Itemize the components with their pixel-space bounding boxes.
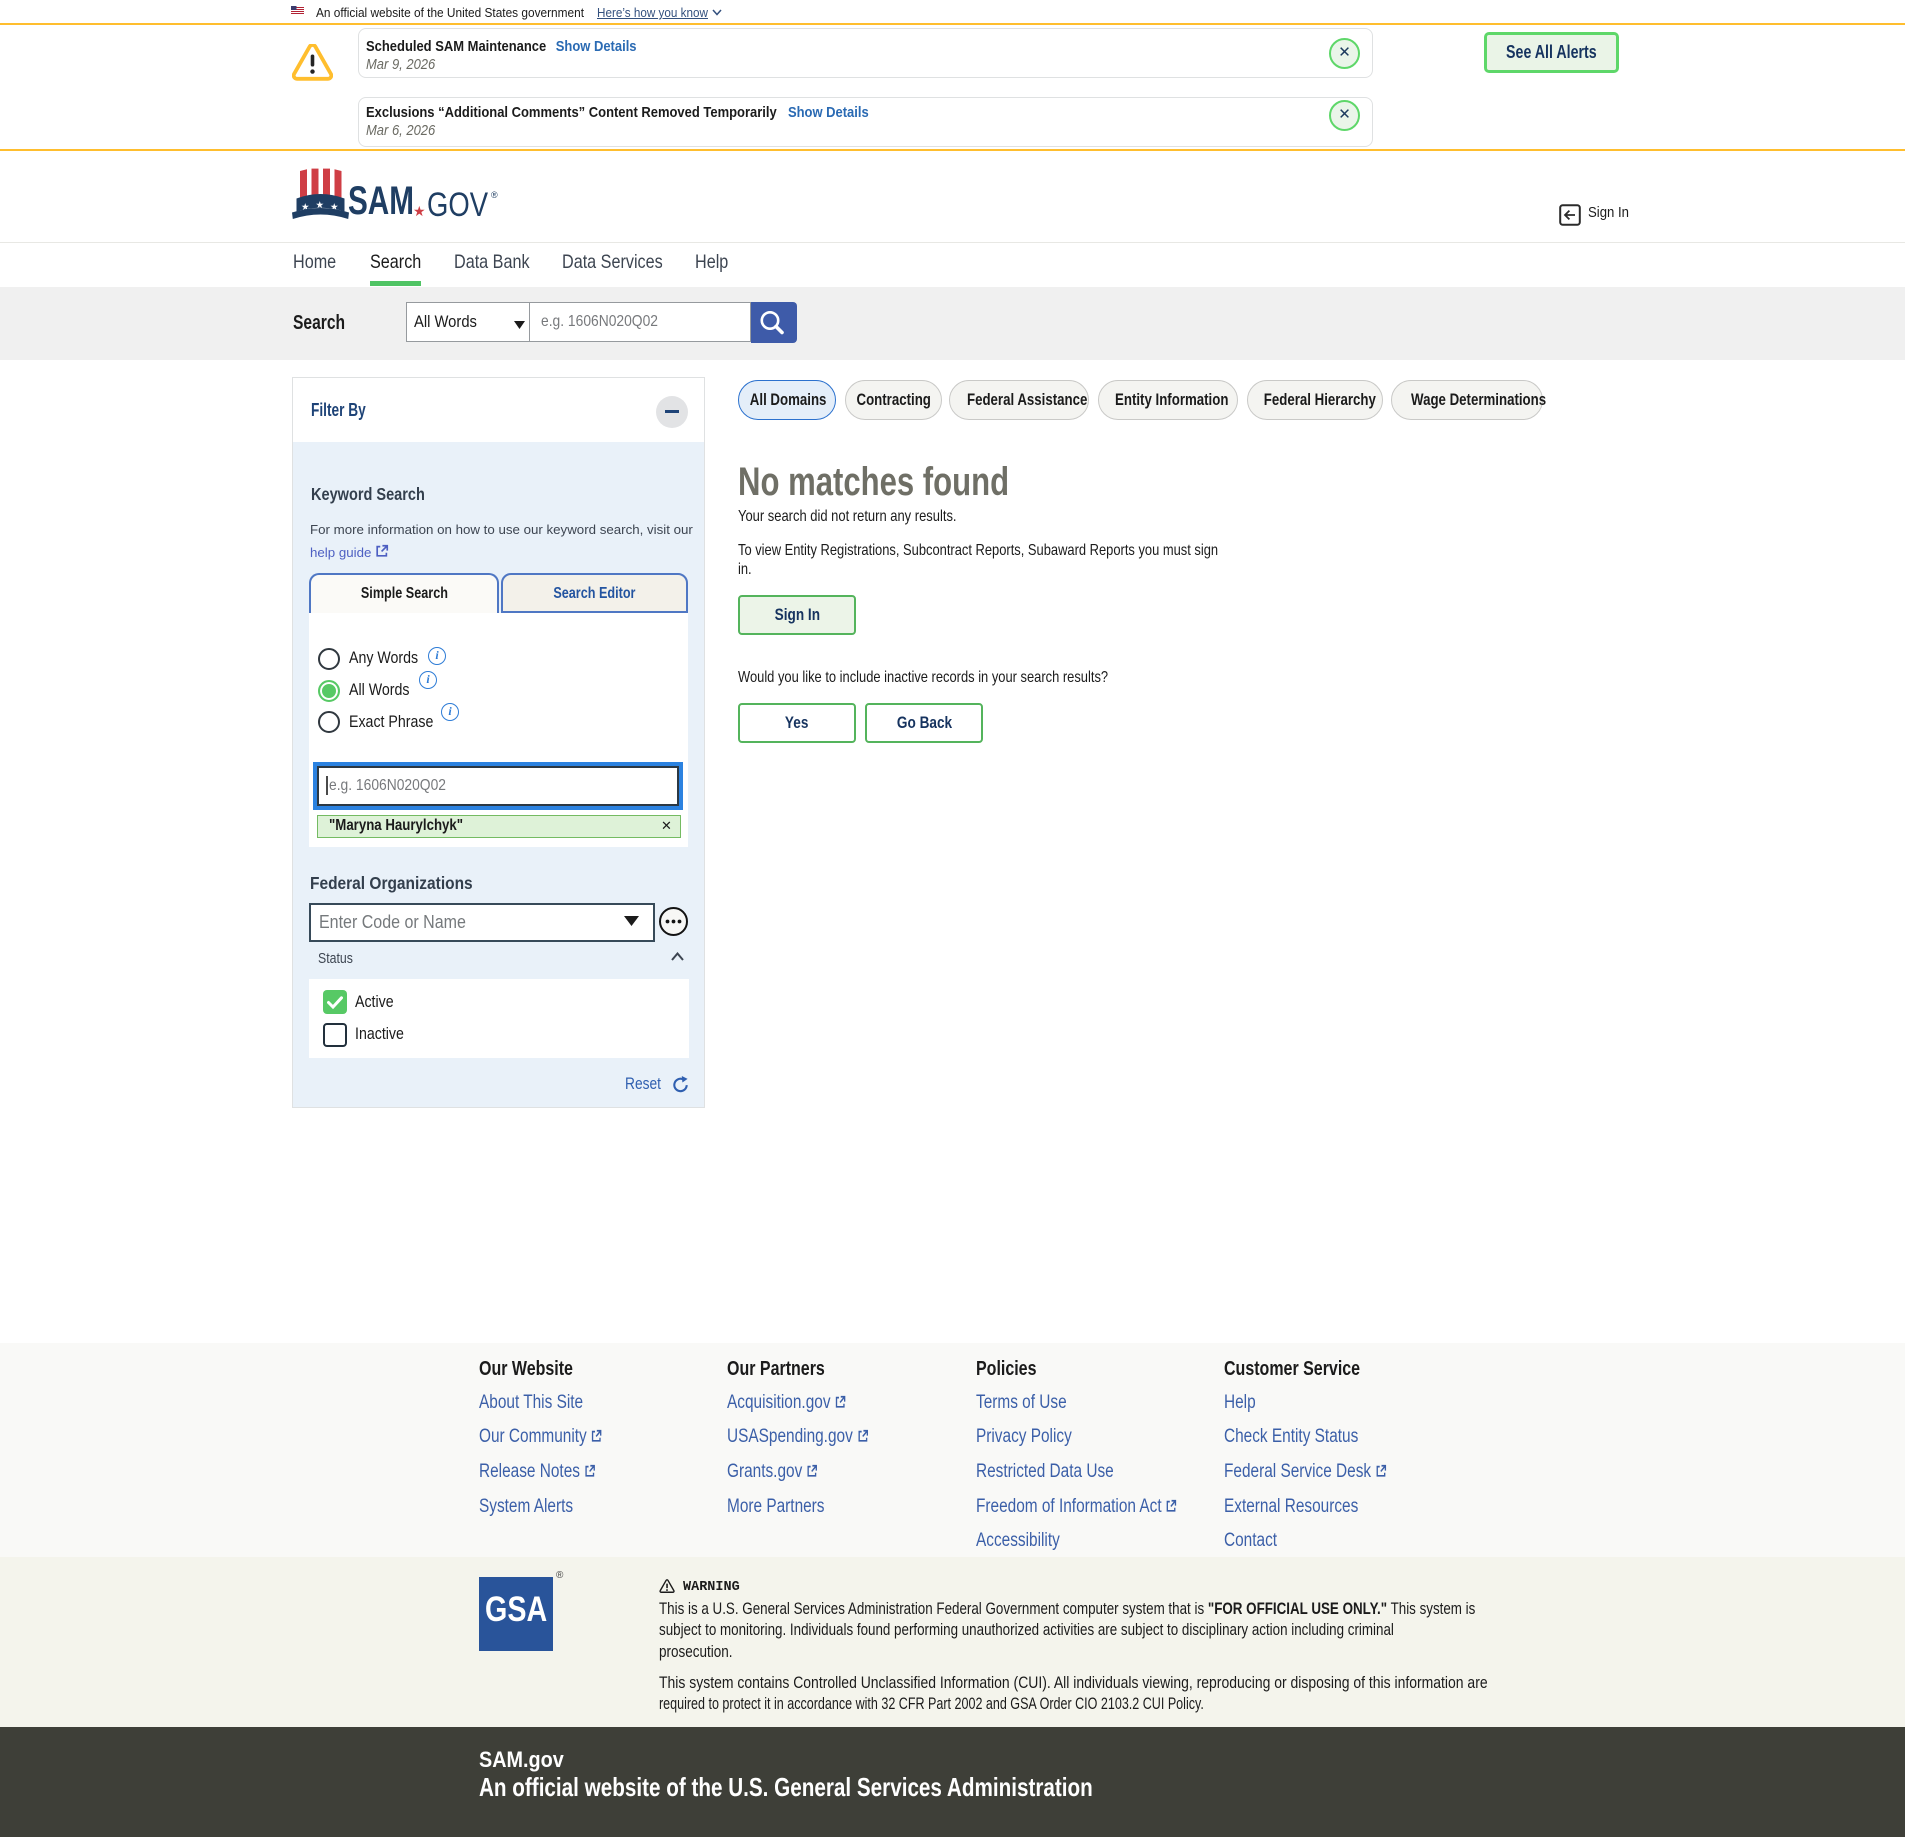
svg-text:GOV: GOV xyxy=(427,186,488,224)
svg-text:SAM: SAM xyxy=(348,179,414,223)
svg-text:®: ® xyxy=(491,190,498,200)
svg-text:★: ★ xyxy=(413,203,426,219)
